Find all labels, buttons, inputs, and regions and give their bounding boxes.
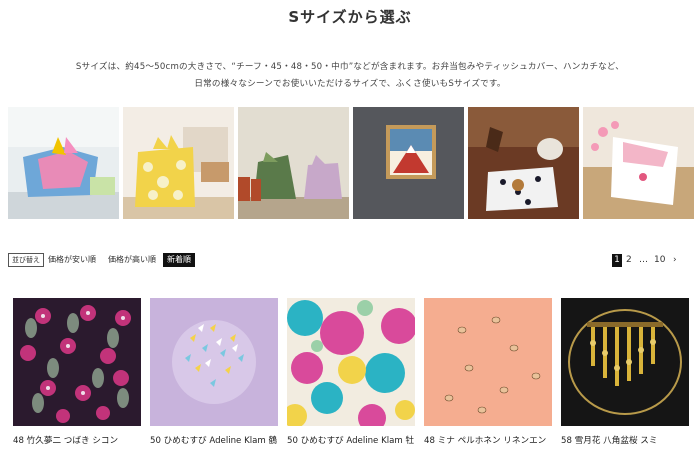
camellia-pattern-image[interactable] bbox=[13, 298, 141, 426]
sort-option-newest[interactable]: 新着順 bbox=[163, 253, 195, 267]
product-name[interactable]: 50 ひめむすび Adeline Klam 牡 bbox=[287, 434, 415, 446]
scene-gift-bottles-wrap[interactable] bbox=[238, 107, 349, 219]
scene-yellow-lemon-wrap[interactable] bbox=[123, 107, 234, 219]
page-2[interactable]: 2 bbox=[626, 254, 632, 267]
scene-lunchbox-wrap[interactable] bbox=[8, 107, 119, 219]
sort-bar: 並び替え 価格が安い順 価格が高い順 新着順 bbox=[8, 253, 208, 267]
peony-pattern-image[interactable] bbox=[287, 298, 415, 426]
product-name[interactable]: 58 雪月花 八角盆桜 スミ bbox=[561, 434, 689, 446]
page-1[interactable]: 1 bbox=[612, 254, 622, 267]
wisteria-pattern-image[interactable] bbox=[561, 298, 689, 426]
product-card[interactable]: 48 ミナ ペルホネン リネンエン bbox=[424, 298, 552, 446]
product-card[interactable]: 50 ひめむすび Adeline Klam 牡 bbox=[287, 298, 415, 446]
product-card[interactable]: 48 竹久夢二 つばき シコン bbox=[13, 298, 141, 446]
shoe-pattern-image[interactable] bbox=[424, 298, 552, 426]
next-page-icon[interactable]: › bbox=[673, 254, 677, 267]
product-name[interactable]: 48 竹久夢二 つばき シコン bbox=[13, 434, 141, 446]
page-10[interactable]: 10 bbox=[654, 254, 665, 267]
product-name[interactable]: 50 ひめむすび Adeline Klam 鶴 bbox=[150, 434, 278, 446]
page-ellipsis: … bbox=[639, 255, 648, 265]
section-title: Sサイズから選ぶ bbox=[288, 8, 412, 26]
product-card[interactable]: 58 雪月花 八角盆桜 スミ bbox=[561, 298, 689, 446]
section-description-line2: 日常の様々なシーンでお使いいただけるサイズで、ふくさ使いもSサイズです。 bbox=[194, 79, 506, 89]
sort-option-price-low[interactable]: 価格が安い順 bbox=[48, 254, 96, 266]
crane-pattern-image[interactable] bbox=[150, 298, 278, 426]
section-description-line1: Sサイズは、約45～50cmの大きさで、“チーフ・45・48・50・中巾”などが… bbox=[75, 62, 625, 72]
pagination: 1 2 … 10 › bbox=[612, 254, 682, 268]
scene-framed-fuji-art[interactable] bbox=[353, 107, 464, 219]
sort-label: 並び替え bbox=[8, 253, 44, 267]
scene-pink-cherry-gift[interactable] bbox=[583, 107, 694, 219]
scene-teapot-table-mat[interactable] bbox=[468, 107, 579, 219]
product-name[interactable]: 48 ミナ ペルホネン リネンエン bbox=[424, 434, 552, 446]
sort-option-price-high[interactable]: 価格が高い順 bbox=[108, 254, 156, 266]
product-card[interactable]: 50 ひめむすび Adeline Klam 鶴 bbox=[150, 298, 278, 446]
